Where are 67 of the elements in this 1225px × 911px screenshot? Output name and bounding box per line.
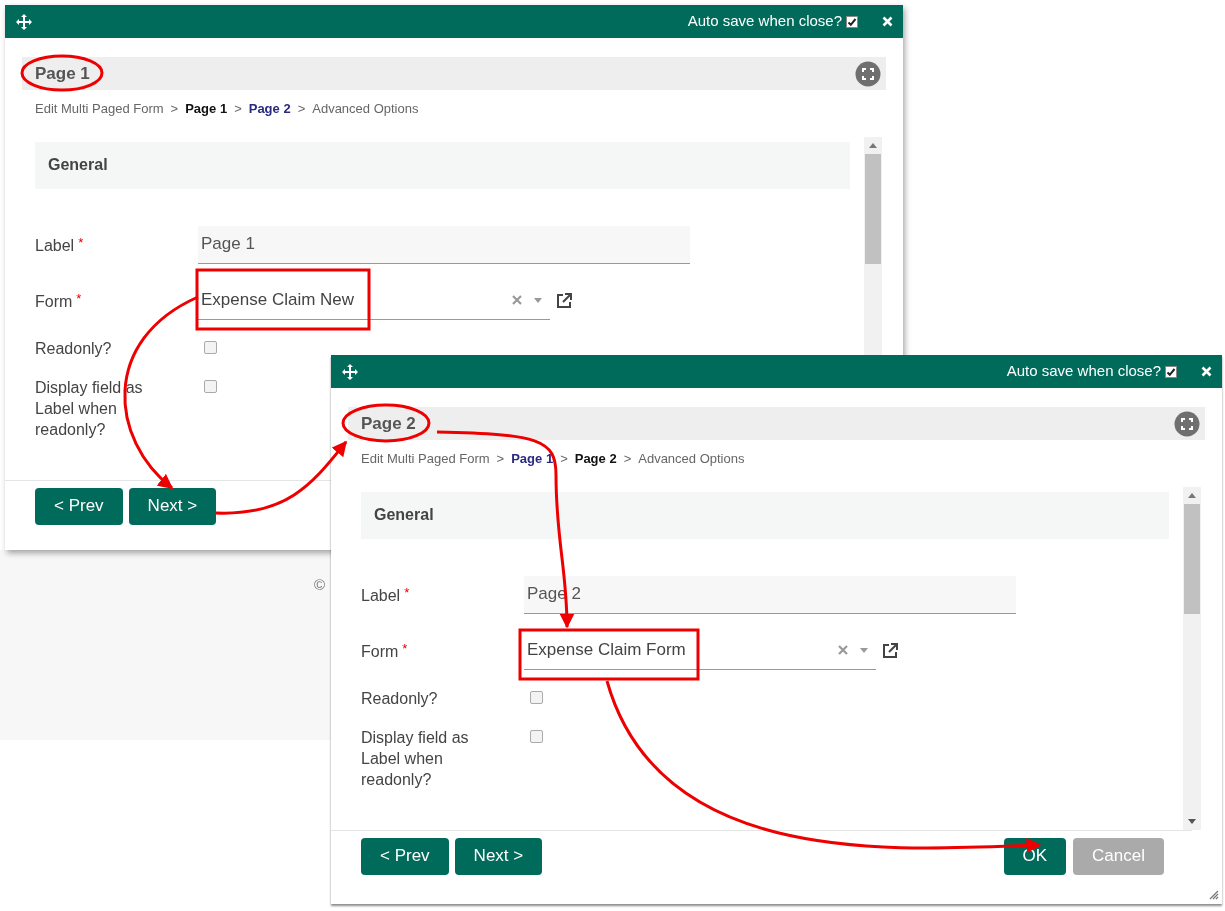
close-icon[interactable]	[882, 16, 893, 27]
close-icon[interactable]	[1201, 366, 1212, 377]
breadcrumb-item[interactable]: Page 2	[248, 99, 291, 119]
scrollbar[interactable]	[1183, 486, 1201, 830]
breadcrumb-separator: >	[234, 100, 242, 118]
external-link-icon[interactable]	[881, 641, 899, 660]
fullscreen-icon[interactable]	[855, 60, 881, 87]
autosave-checkbox[interactable]	[1165, 365, 1177, 378]
breadcrumb-item[interactable]: Page 1	[511, 449, 554, 469]
external-link-icon[interactable]	[555, 291, 573, 310]
field-label: Form	[35, 291, 73, 312]
required-mark: *	[76, 290, 82, 308]
select-field[interactable]: Expense Claim New	[198, 281, 550, 320]
breadcrumb-item: Edit Multi Paged Form	[35, 100, 164, 118]
nav-button[interactable]: < Prev	[35, 487, 123, 525]
move-icon[interactable]	[342, 363, 358, 380]
page-title: Page 1	[35, 62, 90, 85]
scroll-down-icon[interactable]	[1188, 818, 1196, 824]
page-title: Page 2	[361, 412, 416, 435]
section-header: General	[35, 141, 850, 189]
nav-button[interactable]: Next >	[454, 837, 543, 875]
scroll-thumb[interactable]	[865, 153, 881, 264]
clear-icon[interactable]	[838, 645, 848, 655]
text-input[interactable]: Page 1	[198, 225, 690, 264]
breadcrumb-item[interactable]: Page 2	[574, 449, 617, 469]
copyright-text: ©	[314, 575, 326, 595]
field-label: Form	[361, 641, 399, 662]
fullscreen-icon[interactable]	[1174, 410, 1200, 437]
caret-icon[interactable]	[534, 297, 542, 303]
breadcrumb-separator: >	[560, 450, 568, 468]
clear-icon[interactable]	[512, 295, 522, 305]
select-field[interactable]: Expense Claim Form	[524, 631, 876, 670]
checkbox[interactable]	[530, 729, 543, 743]
select-value: Expense Claim New	[201, 289, 355, 312]
autosave-checkbox[interactable]	[846, 15, 858, 28]
breadcrumb-item[interactable]: Page 1	[185, 99, 228, 119]
field-label: Display field as Label when readonly?	[361, 727, 470, 790]
breadcrumb-item: Edit Multi Paged Form	[361, 450, 490, 468]
field-label: Label	[35, 235, 75, 256]
move-icon[interactable]	[16, 13, 32, 30]
breadcrumb-item: Advanced Options	[312, 100, 419, 118]
breadcrumb-item: Advanced Options	[638, 450, 745, 468]
autosave-label: Auto save when close?	[1006, 361, 1161, 382]
field-label: Readonly?	[35, 338, 112, 359]
scroll-thumb[interactable]	[1184, 503, 1200, 614]
field-label: Label	[361, 585, 401, 606]
checkbox[interactable]	[204, 379, 217, 393]
select-value: Expense Claim Form	[527, 639, 686, 662]
checkbox[interactable]	[530, 690, 543, 704]
section-header: General	[361, 491, 1169, 539]
field-label: Readonly?	[361, 688, 438, 709]
resize-grip-icon[interactable]	[1209, 890, 1219, 900]
nav-button[interactable]: Next >	[128, 487, 217, 525]
action-button[interactable]: OK	[1003, 837, 1067, 875]
scroll-up-icon[interactable]	[869, 142, 877, 148]
breadcrumb-separator: >	[496, 450, 505, 468]
checkbox[interactable]	[204, 340, 217, 354]
autosave-label: Auto save when close?	[687, 11, 842, 32]
caret-icon[interactable]	[860, 647, 868, 653]
required-mark: *	[402, 640, 408, 658]
breadcrumb-separator: >	[623, 450, 632, 468]
breadcrumb-separator: >	[297, 100, 306, 118]
scroll-up-icon[interactable]	[1188, 492, 1196, 498]
required-mark: *	[404, 584, 410, 602]
required-mark: *	[78, 234, 84, 252]
breadcrumb-separator: >	[170, 100, 179, 118]
nav-button[interactable]: < Prev	[361, 837, 449, 875]
